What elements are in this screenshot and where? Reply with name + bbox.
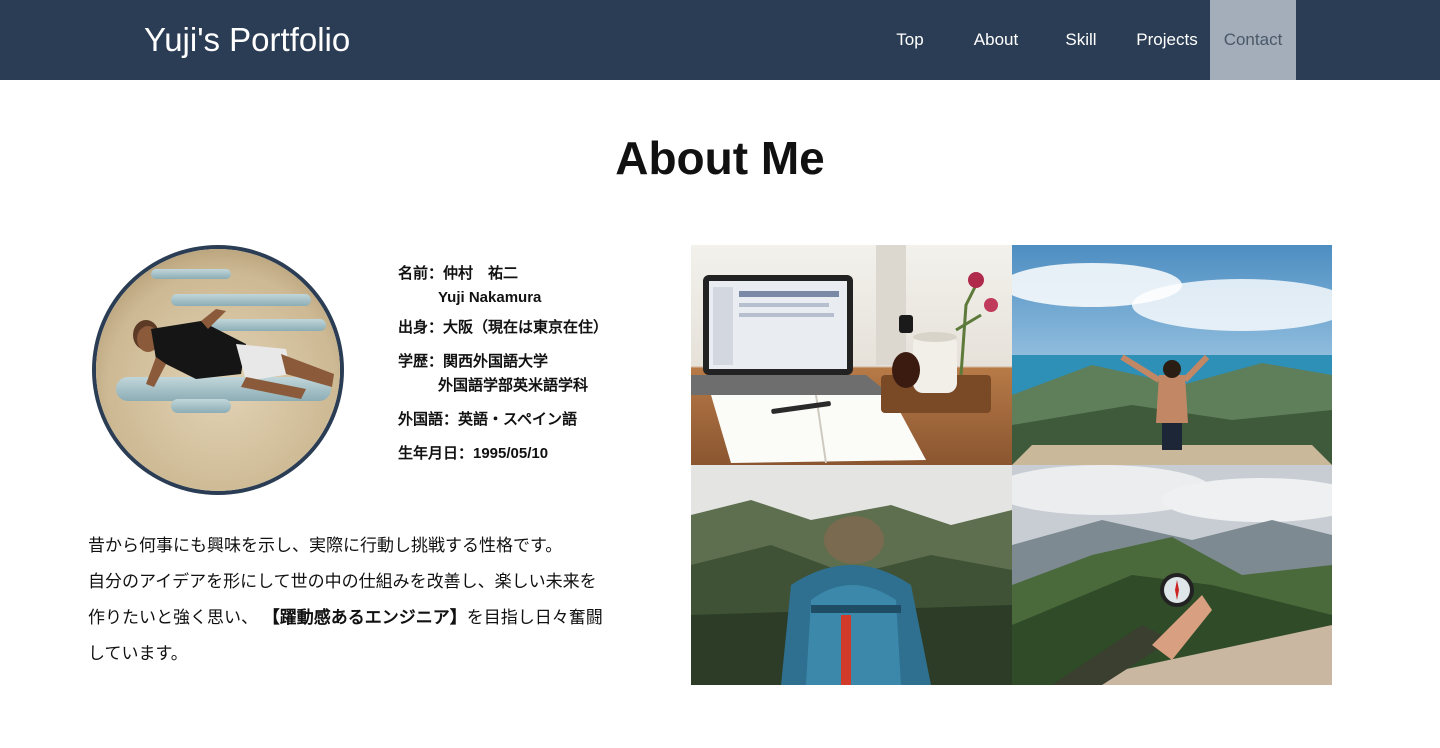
profile-photo-icon	[96, 249, 340, 491]
avatar	[92, 245, 344, 495]
profile-origin: 出身：大阪（現在は東京在住）	[398, 319, 609, 336]
bio-line-3-pre: 作りたいと強く思い、	[88, 608, 263, 627]
laptop-desk-photo-icon	[691, 245, 1012, 465]
profile-name: 名前：仲村 祐二	[398, 265, 519, 282]
bio-highlight: 【躍動感あるエンジニア】	[262, 608, 467, 627]
profile-name-en: Yuji Nakamura	[438, 289, 542, 306]
compass-mountain-photo-icon	[1012, 465, 1332, 685]
nav-projects[interactable]: Projects	[1128, 0, 1206, 80]
site-logo[interactable]: Yuji's Portfolio	[144, 20, 350, 60]
nav-contact[interactable]: Contact	[1210, 0, 1296, 80]
profile-education-dept: 外国語学部英米語学科	[438, 377, 589, 394]
profile-education: 学歴：関西外国語大学	[398, 353, 549, 370]
photo-gallery	[691, 245, 1332, 685]
profile-birthday: 生年月日：1995/05/10	[398, 445, 549, 462]
backpack-hiker-photo-icon	[691, 465, 1012, 685]
bio-text: 昔から何事にも興味を示し、実際に行動し挑戦する性格です。 自分のアイデアを形にし…	[88, 528, 648, 672]
bio-line-1: 昔から何事にも興味を示し、実際に行動し挑戦する性格です。	[88, 536, 563, 555]
site-header: Yuji's Portfolio Top About Skill Project…	[0, 0, 1440, 80]
mountain-view-photo-icon	[1012, 245, 1332, 465]
bio-line-4: しています。	[88, 644, 188, 663]
bio-line-2: 自分のアイデアを形にして世の中の仕組みを改善し、楽しい未来を	[88, 572, 597, 591]
profile-languages: 外国語：英語・スペイン語	[398, 411, 577, 428]
nav-skill[interactable]: Skill	[1052, 0, 1110, 80]
nav-top[interactable]: Top	[880, 0, 940, 80]
nav-about[interactable]: About	[962, 0, 1030, 80]
section-title: About Me	[615, 132, 825, 184]
bio-line-3: 作りたいと強く思い、 【躍動感あるエンジニア】を目指し日々奮闘	[88, 600, 648, 636]
bio-line-3-post: を目指し日々奮闘	[466, 608, 603, 627]
